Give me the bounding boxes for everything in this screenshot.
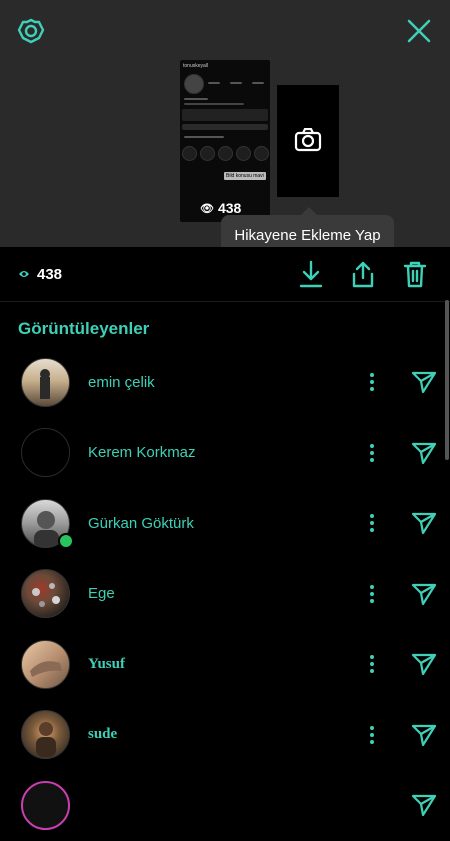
viewer-name[interactable]: Gürkan Göktürk	[88, 515, 194, 532]
avatar[interactable]	[21, 780, 70, 830]
more-options-icon[interactable]	[360, 511, 384, 535]
more-options-icon[interactable]	[360, 723, 384, 747]
close-icon[interactable]	[404, 16, 434, 46]
more-options-icon[interactable]	[360, 582, 384, 606]
send-message-icon[interactable]	[409, 438, 439, 468]
story-thumbnail[interactable]: tonuskeyall Bild konusu mavi 👁 438	[180, 60, 270, 222]
story-actions-bar: 438	[0, 247, 450, 302]
viewer-row[interactable]: emin çelik	[0, 347, 450, 418]
more-options-icon[interactable]	[360, 441, 384, 465]
download-icon[interactable]	[296, 259, 326, 289]
viewer-row[interactable]: Ege	[0, 559, 450, 630]
send-message-icon[interactable]	[409, 579, 439, 609]
avatar[interactable]	[21, 710, 70, 760]
gear-icon[interactable]	[16, 16, 46, 46]
thumbnail-username: tonuskeyall	[183, 63, 209, 69]
story-preview-area: tonuskeyall Bild konusu mavi 👁 438	[0, 0, 450, 247]
trash-icon[interactable]	[400, 259, 430, 289]
views-count[interactable]: 438	[18, 266, 62, 283]
viewer-name[interactable]: Ege	[88, 585, 115, 602]
send-message-icon[interactable]	[409, 367, 439, 397]
camera-icon	[294, 127, 322, 157]
add-story-card[interactable]	[277, 85, 339, 197]
send-message-icon[interactable]	[409, 508, 439, 538]
viewer-name[interactable]: Yusuf	[88, 656, 125, 673]
viewer-row[interactable]: Kerem Korkmaz	[0, 418, 450, 489]
avatar[interactable]	[21, 428, 70, 478]
online-indicator	[58, 533, 74, 549]
thumbnail-badge: Bild konusu mavi	[224, 172, 266, 180]
avatar[interactable]	[21, 639, 70, 689]
viewer-name[interactable]: sude	[88, 726, 117, 743]
viewer-row[interactable]: Yusuf	[0, 629, 450, 700]
more-options-icon[interactable]	[360, 652, 384, 676]
scrollbar[interactable]	[445, 300, 449, 460]
avatar[interactable]	[21, 569, 70, 619]
viewer-name[interactable]: Kerem Korkmaz	[88, 444, 196, 461]
viewers-list: emin çelik Kerem Korkmaz Gürkan Göktürk …	[0, 347, 450, 841]
more-options-icon[interactable]	[360, 370, 384, 394]
viewer-row[interactable]: sude	[0, 700, 450, 771]
send-message-icon[interactable]	[409, 790, 439, 820]
viewer-name[interactable]: emin çelik	[88, 374, 155, 391]
eye-icon	[18, 266, 30, 283]
share-icon[interactable]	[348, 259, 378, 289]
viewer-row[interactable]: Gürkan Göktürk	[0, 488, 450, 559]
eye-icon: 👁	[200, 202, 214, 215]
thumbnail-view-count: 👁 438	[200, 200, 242, 216]
avatar[interactable]	[21, 357, 70, 407]
send-message-icon[interactable]	[409, 649, 439, 679]
send-message-icon[interactable]	[409, 720, 439, 750]
viewer-row[interactable]	[0, 770, 450, 841]
viewers-title: Görüntüleyenler	[18, 319, 150, 338]
